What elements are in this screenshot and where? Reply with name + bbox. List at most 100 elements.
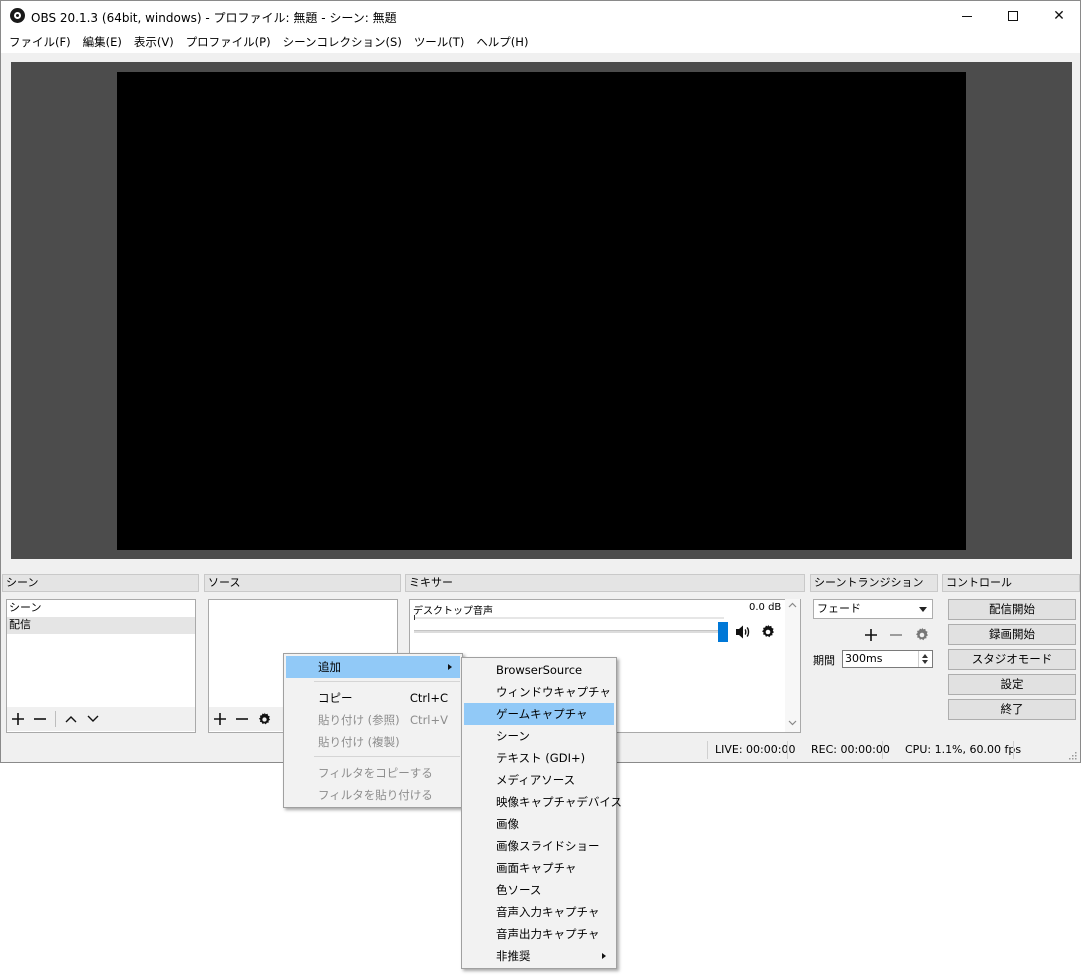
scenes-toolbar <box>7 707 195 731</box>
maximize-button[interactable] <box>990 1 1036 31</box>
exit-button[interactable]: 終了 <box>948 699 1076 720</box>
submenu-item-label: ゲームキャプチャ <box>496 707 588 721</box>
submenu-item[interactable]: 色ソース <box>464 879 614 901</box>
cpu-fps: CPU: 1.1%, 60.00 fps <box>905 743 1022 756</box>
submenu-item[interactable]: メディアソース <box>464 769 614 791</box>
submenu-item[interactable]: BrowserSource <box>464 659 614 681</box>
submenu-item-label: ウィンドウキャプチャ <box>496 685 611 699</box>
submenu-item-highlighted[interactable]: ゲームキャプチャ <box>464 703 614 725</box>
menu-view[interactable]: 表示(V) <box>128 31 180 53</box>
ctx-add-label: 追加 <box>318 660 341 674</box>
submenu-item-label: 画面キャプチャ <box>496 861 577 875</box>
controls-dock-header: コントロール <box>942 574 1080 592</box>
submenu-item[interactable]: 画像スライドショー <box>464 835 614 857</box>
ctx-copy-filters[interactable]: フィルタをコピーする <box>286 762 460 784</box>
mixer-track-name: デスクトップ音声 <box>413 606 493 617</box>
ctx-copy-shortcut: Ctrl+C <box>409 691 448 705</box>
menu-tools[interactable]: ツール(T) <box>408 31 471 53</box>
ctx-paste-ref-label: 貼り付け (参照) <box>318 713 400 727</box>
remove-scene-button[interactable] <box>29 708 51 730</box>
plus-icon <box>12 713 24 725</box>
close-button[interactable]: ✕ <box>1036 1 1080 31</box>
menu-help[interactable]: ヘルプ(H) <box>470 31 534 53</box>
obs-logo-icon <box>10 8 25 23</box>
duration-spinner[interactable] <box>918 651 932 667</box>
submenu-item-label: シーン <box>496 729 530 743</box>
status-divider <box>787 741 788 759</box>
ctx-paste-duplicate[interactable]: 貼り付け (複製) <box>286 731 460 753</box>
duration-label: 期間 <box>813 654 835 667</box>
scroll-down-icon[interactable] <box>788 720 797 726</box>
settings-button[interactable]: 設定 <box>948 674 1076 695</box>
mixer-scrollbar[interactable] <box>785 599 800 732</box>
volume-meter <box>414 617 724 619</box>
ctx-copy-filters-label: フィルタをコピーする <box>318 766 433 780</box>
remove-transition-button[interactable] <box>885 625 907 645</box>
minimize-button[interactable] <box>944 1 990 31</box>
scene-item-selected[interactable]: 配信 <box>7 617 195 634</box>
dropdown-arrow-icon <box>919 607 927 612</box>
volume-slider-track[interactable] <box>414 630 724 633</box>
submenu-item[interactable]: テキスト (GDI+) <box>464 747 614 769</box>
submenu-item-label: 映像キャプチャデバイス <box>496 795 623 809</box>
add-scene-button[interactable] <box>7 708 29 730</box>
submenu-item[interactable]: ウィンドウキャプチャ <box>464 681 614 703</box>
ctx-paste-filters[interactable]: フィルタを貼り付ける <box>286 784 460 806</box>
ctx-paste-duplicate-label: 貼り付け (複製) <box>318 735 400 749</box>
move-scene-up-button[interactable] <box>60 708 82 730</box>
ctx-paste-ref[interactable]: 貼り付け (参照) Ctrl+V <box>286 709 460 731</box>
transition-select[interactable]: フェード <box>813 599 933 619</box>
submenu-item-label: 色ソース <box>496 883 542 897</box>
sources-context-menu: 追加 コピー Ctrl+C 貼り付け (参照) Ctrl+V 貼り付け (複製)… <box>283 653 463 808</box>
preview-canvas[interactable] <box>117 72 966 550</box>
title-bar[interactable]: OBS 20.1.3 (64bit, windows) - プロファイル: 無題… <box>1 1 1080 31</box>
ctx-copy[interactable]: コピー Ctrl+C <box>286 687 460 709</box>
ctx-add[interactable]: 追加 <box>286 656 460 678</box>
menu-scene-collection[interactable]: シーンコレクション(S) <box>277 31 408 53</box>
add-source-submenu: BrowserSource ウィンドウキャプチャ ゲームキャプチャ シーン テキ… <box>461 657 622 969</box>
minus-icon <box>890 634 902 636</box>
resize-grip-icon[interactable] <box>1067 750 1077 760</box>
submenu-item-label: 画像 <box>496 817 519 831</box>
submenu-item-label: 非推奨 <box>496 949 531 963</box>
submenu-item[interactable]: 画面キャプチャ <box>464 857 614 879</box>
status-divider <box>1013 741 1014 759</box>
menu-profile[interactable]: プロファイル(P) <box>180 31 277 53</box>
move-scene-down-button[interactable] <box>82 708 104 730</box>
submenu-item[interactable]: 画像 <box>464 813 614 835</box>
ctx-paste-ref-shortcut: Ctrl+V <box>410 713 448 727</box>
submenu-item[interactable]: 映像キャプチャデバイス <box>464 791 622 813</box>
mixer-settings-gear-icon[interactable] <box>760 624 776 640</box>
spin-down-icon[interactable] <box>922 660 928 664</box>
submenu-item-label: BrowserSource <box>496 663 583 677</box>
menu-file[interactable]: ファイル(F) <box>3 31 77 53</box>
status-divider <box>882 741 883 759</box>
submenu-item[interactable]: シーン <box>464 725 614 747</box>
speaker-icon[interactable] <box>734 623 752 641</box>
spin-up-icon[interactable] <box>922 654 928 658</box>
menu-bar: ファイル(F) 編集(E) 表示(V) プロファイル(P) シーンコレクション(… <box>1 31 1080 53</box>
plus-icon <box>214 713 226 725</box>
add-transition-button[interactable] <box>860 625 882 645</box>
submenu-arrow-icon <box>602 953 606 959</box>
submenu-item-label: 画像スライドショー <box>496 839 600 853</box>
submenu-item-label: メディアソース <box>496 773 576 787</box>
scene-item[interactable]: シーン <box>7 600 195 617</box>
submenu-item[interactable]: 音声入力キャプチャ <box>464 901 614 923</box>
start-streaming-button[interactable]: 配信開始 <box>948 599 1076 620</box>
remove-source-button[interactable] <box>231 708 253 730</box>
close-icon: ✕ <box>1053 8 1065 24</box>
submenu-item[interactable]: 音声出力キャプチャ <box>464 923 614 945</box>
preview-area[interactable] <box>11 62 1072 559</box>
duration-input[interactable]: 300ms <box>842 650 933 668</box>
volume-slider-thumb[interactable] <box>718 622 728 642</box>
transition-settings-gear-icon[interactable] <box>914 627 930 643</box>
menu-edit[interactable]: 編集(E) <box>77 31 128 53</box>
submenu-item-deprecated[interactable]: 非推奨 <box>464 945 614 967</box>
studio-mode-button[interactable]: スタジオモード <box>948 649 1076 670</box>
add-source-button[interactable] <box>209 708 231 730</box>
scroll-up-icon[interactable] <box>788 602 797 608</box>
start-recording-button[interactable]: 録画開始 <box>948 624 1076 645</box>
source-properties-button[interactable] <box>253 708 275 730</box>
mixer-db-value: 0.0 dB <box>749 602 782 613</box>
